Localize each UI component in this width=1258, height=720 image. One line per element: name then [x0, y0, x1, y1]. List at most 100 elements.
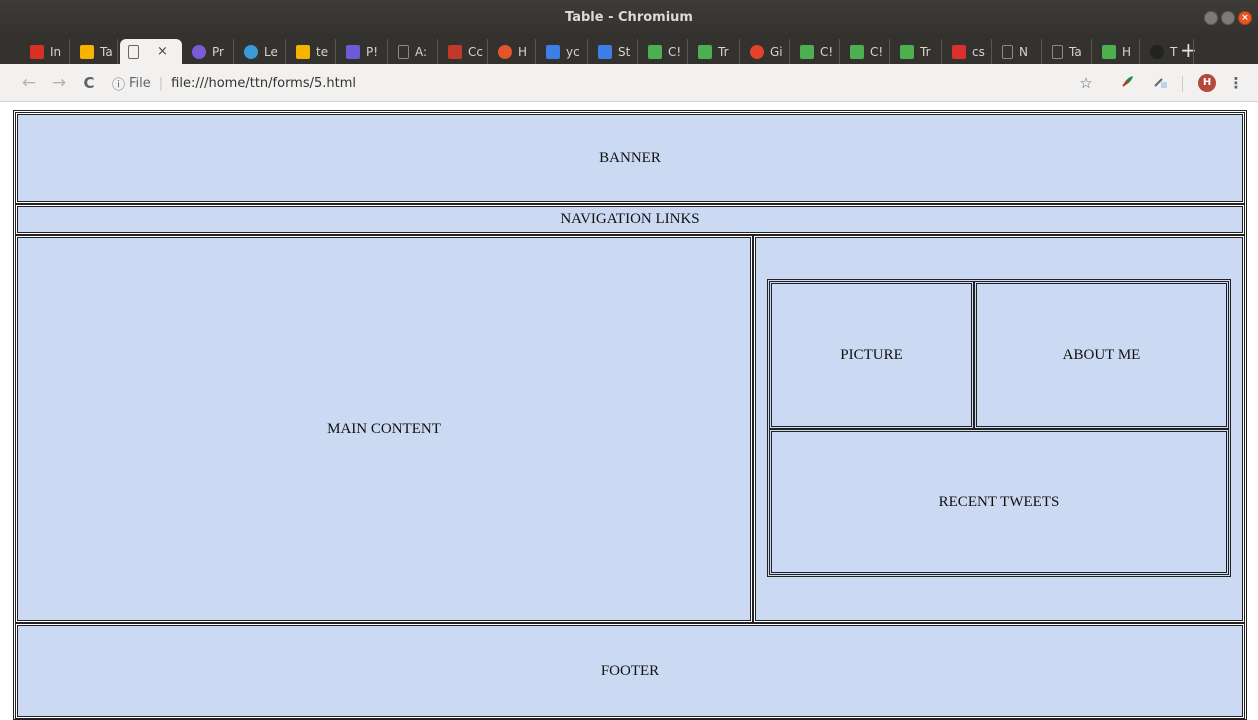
window-title: Table - Chromium — [565, 10, 693, 25]
page-icon — [1052, 44, 1063, 59]
tab-label: H — [1122, 44, 1132, 59]
footer-label: FOOTER — [600, 662, 660, 679]
chrome-color-icon — [498, 44, 512, 59]
page-icon — [398, 44, 409, 59]
tab-strip: + In Ta × Pr Le te P! A: Cc Hyc St C! Tr Gi C! C! Tr cs N T… — [0, 36, 1258, 64]
tab-label: Ta — [100, 44, 113, 59]
tab-label: yc — [566, 44, 580, 59]
navigation-label: NAVIGATION LINKS — [560, 211, 700, 227]
browser-tab[interactable]: St — [590, 39, 638, 64]
w3-icon — [800, 44, 814, 59]
gitlab-icon — [750, 44, 764, 59]
recent-tweets-cell: RECENT TWEETS — [769, 429, 1229, 575]
tab-label: Tr — [920, 44, 931, 59]
site-info-icon[interactable]: ⓘ — [112, 74, 125, 93]
forward-button[interactable]: → — [48, 72, 70, 94]
tab-label: C! — [820, 44, 834, 59]
tab-label: C! — [870, 44, 884, 59]
w3-icon — [850, 44, 864, 59]
browser-tab[interactable]: N — [994, 39, 1042, 64]
browser-tab[interactable]: Ta — [1044, 39, 1092, 64]
url-text[interactable]: file:///home/ttn/forms/5.html — [171, 76, 356, 91]
tab-label: T — [1170, 44, 1178, 59]
banner-cell: BANNER — [15, 112, 1245, 204]
browser-toolbar: ← → C ⓘ File | file:///home/ttn/forms/5.… — [0, 64, 1258, 102]
browser-tab[interactable]: yc — [538, 39, 588, 64]
browser-tab[interactable]: In — [22, 39, 70, 64]
browser-tab[interactable]: H — [1094, 39, 1140, 64]
browser-tab[interactable]: H — [490, 39, 536, 64]
browser-tab[interactable]: × — [120, 39, 182, 64]
browser-tab[interactable]: C! — [842, 39, 890, 64]
mountain-icon — [952, 44, 966, 59]
close-window-button[interactable]: × — [1238, 11, 1252, 25]
browser-tab[interactable]: Tr — [892, 39, 942, 64]
tab-label: P! — [366, 44, 379, 59]
main-content-label: MAIN CONTENT — [327, 420, 441, 437]
tab-label: A: — [415, 44, 428, 59]
footer-cell: FOOTER — [15, 623, 1245, 719]
tab-label: Pr — [212, 44, 224, 59]
close-tab-icon[interactable]: × — [157, 44, 168, 59]
page-icon — [128, 44, 139, 59]
tab-label: N — [1019, 44, 1028, 59]
browser-tab[interactable]: Le — [236, 39, 286, 64]
profile-avatar[interactable]: H — [1198, 74, 1216, 92]
w3-icon — [900, 44, 914, 59]
browser-tab[interactable]: Cc — [440, 39, 488, 64]
tab-label: Ta — [1069, 44, 1082, 59]
color-wheel-icon — [244, 44, 258, 59]
url-scheme-label: File — [129, 75, 151, 91]
banner-label: BANNER — [599, 149, 661, 166]
extension-feather-icon[interactable] — [1118, 73, 1138, 93]
browser-tab[interactable]: P! — [338, 39, 388, 64]
color-wheel-icon — [192, 44, 206, 59]
tab-label: Le — [264, 44, 278, 59]
tab-label: H — [518, 44, 528, 59]
extension-eyedropper-icon[interactable] — [1150, 73, 1170, 93]
browser-tab[interactable]: Pr — [184, 39, 234, 64]
navigation-cell: NAVIGATION LINKS — [15, 204, 1245, 235]
flag-icon — [546, 44, 560, 59]
browser-tab[interactable]: A: — [390, 39, 438, 64]
page-viewport: BANNER NAVIGATION LINKS MAIN CONTENT PIC… — [0, 103, 1258, 720]
browser-tab[interactable]: Ta — [72, 39, 118, 64]
browser-tab[interactable]: C! — [792, 39, 840, 64]
main-content-cell: MAIN CONTENT — [15, 235, 753, 623]
keep-icon — [296, 44, 310, 59]
bookmark-star-icon[interactable]: ☆ — [1076, 73, 1096, 93]
store-icon — [448, 44, 462, 59]
browser-tab[interactable]: C! — [640, 39, 688, 64]
minimize-button[interactable] — [1204, 11, 1218, 25]
tab-label: te — [316, 44, 329, 59]
menu-icon[interactable]: ⋮ — [1226, 73, 1246, 93]
w3-icon — [1102, 44, 1116, 59]
tab-label: St — [618, 44, 631, 59]
maximize-button[interactable] — [1221, 11, 1235, 25]
toolbar-divider — [1182, 76, 1183, 92]
browser-tab[interactable]: Tr — [690, 39, 740, 64]
gmail-icon — [30, 44, 44, 59]
page-icon — [1002, 44, 1013, 59]
address-bar[interactable]: ⓘ File | file:///home/ttn/forms/5.html — [112, 70, 1102, 96]
browser-tab[interactable]: cs — [944, 39, 992, 64]
keep-icon — [80, 44, 94, 59]
tab-label: In — [50, 44, 62, 59]
tab-label: Gi — [770, 44, 783, 59]
github-icon — [1150, 44, 1164, 59]
browser-tab[interactable]: T — [1142, 39, 1194, 64]
w3-icon — [648, 44, 662, 59]
flag-icon — [598, 44, 612, 59]
omnibox-separator: | — [158, 75, 164, 91]
browser-tab[interactable]: Gi — [742, 39, 790, 64]
back-button[interactable]: ← — [18, 72, 40, 94]
tab-label: Tr — [718, 44, 729, 59]
reload-button[interactable]: C — [78, 72, 100, 94]
about-me-label: ABOUT ME — [1062, 346, 1141, 363]
recent-tweets-label: RECENT TWEETS — [938, 493, 1060, 510]
w3-icon — [698, 44, 712, 59]
tab-label: Cc — [468, 44, 483, 59]
tab-label: cs — [972, 44, 985, 59]
browser-tab[interactable]: te — [288, 39, 336, 64]
picture-label: PICTURE — [840, 346, 903, 363]
